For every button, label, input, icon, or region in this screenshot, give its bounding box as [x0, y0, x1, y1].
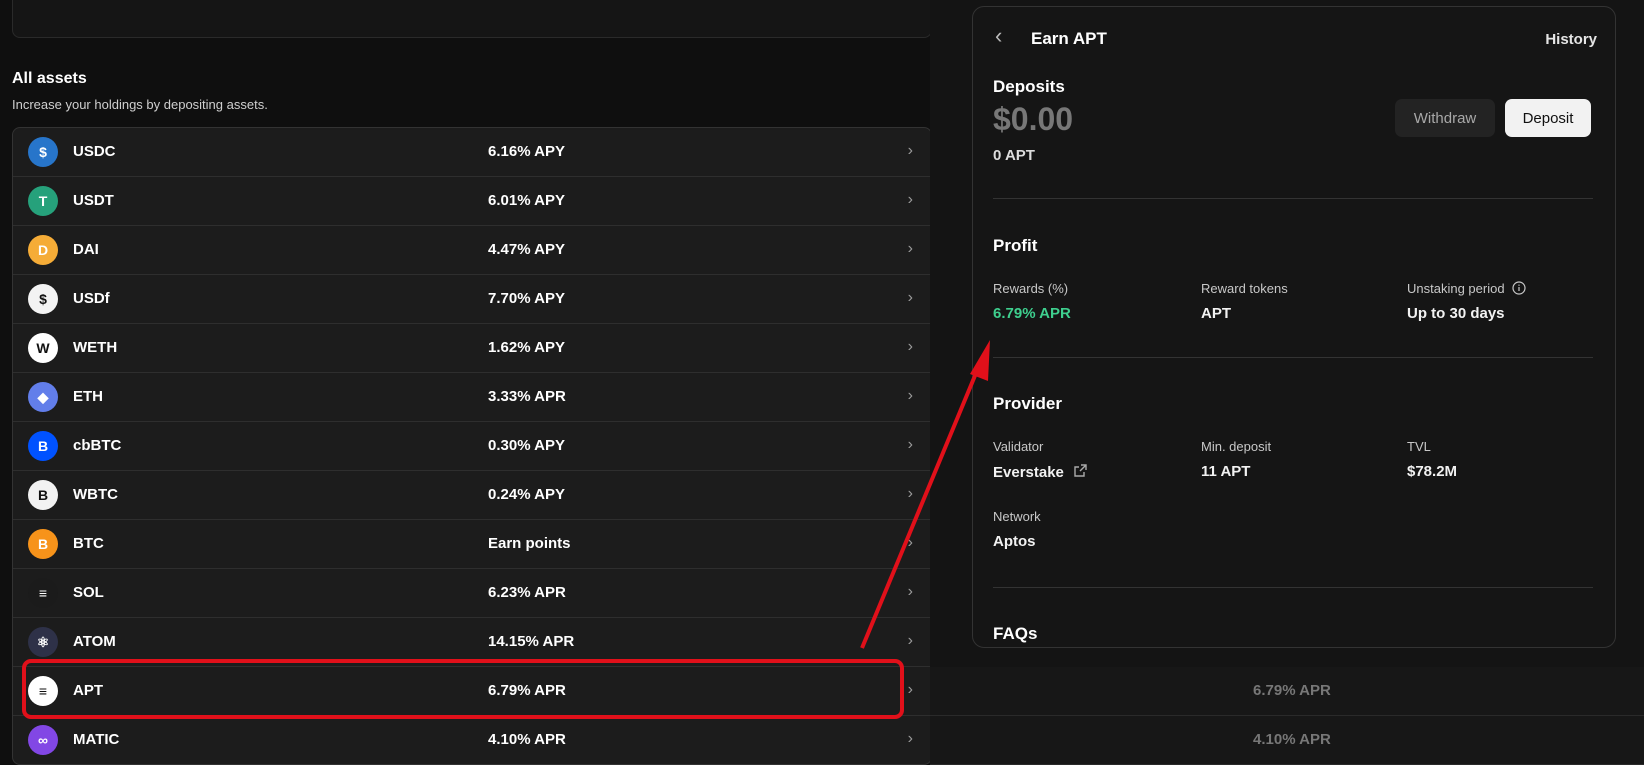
- annotation-arrow-icon: [860, 340, 990, 649]
